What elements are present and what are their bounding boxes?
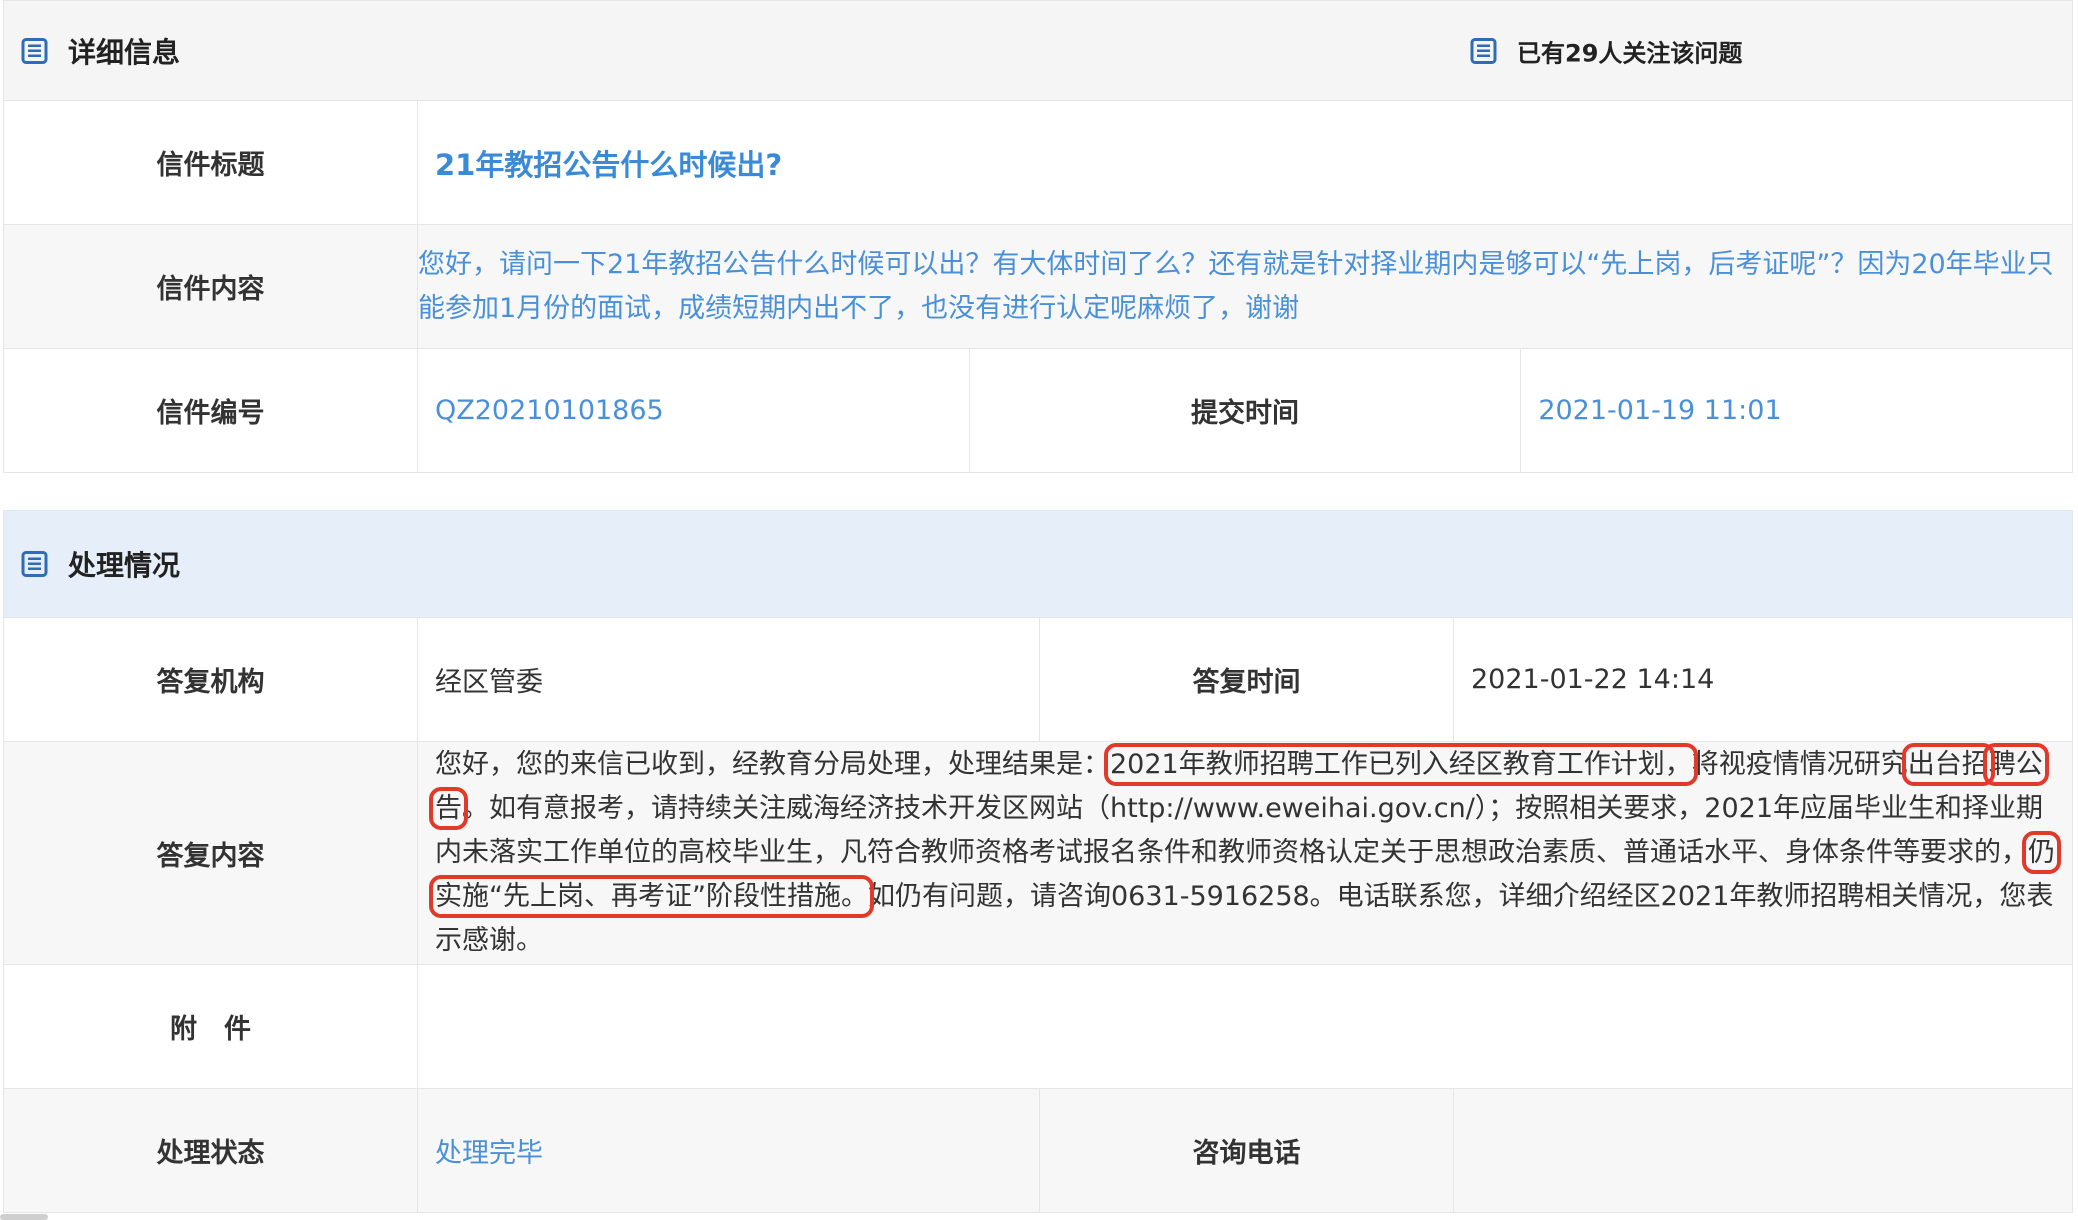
handle-header: 处理情况	[3, 510, 2073, 617]
reply-time-label: 答复时间	[1039, 617, 1454, 742]
detail-table: 信件标题 21年教招公告什么时候出? 信件内容 您好，请问一下21年教招公告什么…	[3, 100, 2073, 473]
phone-value	[1453, 1088, 2073, 1213]
status-value: 处理完毕	[417, 1088, 1040, 1213]
handle-section: 处理情况 答复机构 经区管委 答复时间 2021-01-22 14:14 答复内…	[3, 510, 2073, 1213]
letter-title-cell: 21年教招公告什么时候出?	[417, 100, 2073, 225]
highlight-box: 出台招	[1901, 743, 1995, 786]
letter-content-label: 信件内容	[3, 224, 418, 349]
submit-time: 2021-01-19 11:01	[1520, 348, 2073, 473]
reply-org-label: 答复机构	[3, 617, 418, 742]
detail-header-title: 详细信息	[68, 35, 181, 69]
reply-text-part: 将视疫情情况研究	[1691, 749, 1908, 780]
attachment-label: 附 件	[3, 964, 418, 1089]
table-row: 信件编号 QZ20210101865 提交时间 2021-01-19 11:01	[3, 348, 2073, 473]
list-document-icon	[21, 551, 48, 577]
list-document-icon	[1470, 37, 1497, 64]
list-document-icon	[21, 37, 48, 64]
follow-count: 已有29人关注该问题	[1470, 33, 1742, 68]
phone-label: 咨询电话	[1039, 1088, 1454, 1213]
reply-content-label: 答复内容	[3, 741, 418, 965]
status-label: 处理状态	[3, 1088, 418, 1213]
reply-text-part: 。如有意报考，请持续关注威海经济技术开发区网站（http://www.eweih…	[435, 793, 2044, 868]
table-row: 信件内容 您好，请问一下21年教招公告什么时候可以出？有大体时间了么？还有就是针…	[3, 224, 2073, 349]
reply-time: 2021-01-22 14:14	[1453, 617, 2073, 742]
table-row: 答复机构 经区管委 答复时间 2021-01-22 14:14	[3, 617, 2073, 742]
letter-content: 您好，请问一下21年教招公告什么时候可以出？有大体时间了么？还有就是针对择业期内…	[417, 224, 2073, 349]
letter-no-label: 信件编号	[3, 348, 418, 473]
table-row: 处理状态 处理完毕 咨询电话	[3, 1088, 2073, 1213]
attachment	[417, 964, 2073, 1089]
detail-header: 详细信息 已有29人关注该问题	[3, 0, 2073, 100]
follow-count-text: 已有29人关注该问题	[1517, 39, 1743, 67]
table-row: 答复内容 您好，您的来信已收到，经教育分局处理，处理结果是：2021年教师招聘工…	[3, 741, 2073, 965]
reply-content: 您好，您的来信已收到，经教育分局处理，处理结果是：2021年教师招聘工作已列入经…	[417, 741, 2073, 965]
detail-section: 详细信息 已有29人关注该问题 信件标题 21年教招公告什么时候出? 信件内容 …	[3, 0, 2073, 473]
horizontal-scrollbar[interactable]	[0, 1214, 48, 1220]
letter-title-label: 信件标题	[3, 100, 418, 225]
table-row: 附 件	[3, 964, 2073, 1089]
reply-text-part: 您好，您的来信已收到，经教育分局处理，处理结果是：	[435, 749, 1110, 780]
letter-title[interactable]: 21年教招公告什么时候出?	[435, 148, 782, 182]
reply-org: 经区管委	[417, 617, 1040, 742]
handle-header-title: 处理情况	[68, 549, 181, 582]
letter-no: QZ20210101865	[417, 348, 970, 473]
handle-table: 答复机构 经区管委 答复时间 2021-01-22 14:14 答复内容 您好，…	[3, 617, 2073, 1213]
highlight-box: 2021年教师招聘工作已列入经区教育工作计划，	[1104, 743, 1698, 786]
table-row: 信件标题 21年教招公告什么时候出?	[3, 100, 2073, 225]
submit-time-label: 提交时间	[968, 348, 1522, 473]
